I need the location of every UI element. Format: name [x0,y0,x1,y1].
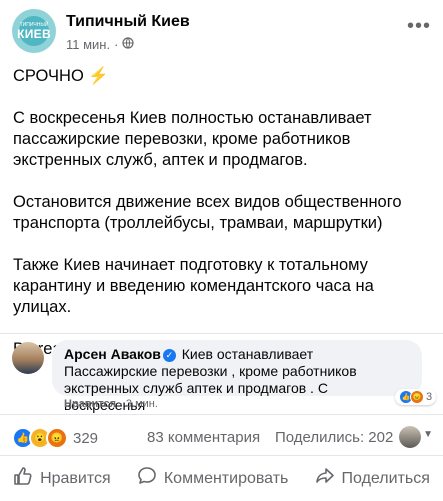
meta-separator: · [114,37,119,52]
post-paragraph: Также Киев начинает подготовку к тотальн… [13,256,374,316]
comment-time: 3 мин. [125,398,158,410]
reaction-count: 329 [73,429,99,447]
comment-label: Комментировать [163,469,289,487]
post-stats: 👍 😮 😠 329 83 комментария Поделились: 202… [0,414,443,455]
comment-reaction-count: 3 [426,391,433,403]
comment-like-button[interactable]: Нравится [64,398,116,410]
page-logo: ТИПИЧНЫЙ КИЕВ [17,16,51,46]
share-icon [315,466,335,491]
comments-count[interactable]: 83 комментария [147,429,260,446]
comment-author[interactable]: Арсен Аваков [64,346,161,362]
post-time[interactable]: 11 мин. [66,37,110,52]
comment: Арсен Аваков ✓ Киев останавливает Пассажи… [0,333,443,414]
chevron-down-icon[interactable]: ▼ [423,429,433,440]
comment-icon [137,466,157,491]
angry-reaction-icon: 😠 [410,390,424,404]
action-bar: Нравится Комментировать Поделиться [0,455,443,501]
page-avatar[interactable]: ТИПИЧНЫЙ КИЕВ [12,9,56,53]
page-name[interactable]: Типичный Киев [66,13,190,31]
globe-icon [122,37,135,52]
angry-reaction-icon: 😠 [46,427,68,449]
comment-button[interactable]: Комментировать [137,466,289,491]
comment-meta-separator: · [119,398,123,410]
post-paragraph: С воскресенья Киев полностью останавлива… [13,109,372,169]
like-button[interactable]: Нравится [13,466,111,491]
shares-count[interactable]: Поделились: 202 [275,429,393,446]
post-paragraph: СРОЧНО ⚡ [13,67,109,85]
post-header: ТИПИЧНЫЙ КИЕВ Типичный Киев 11 мин. · ••… [0,0,443,64]
verified-badge-icon: ✓ [162,349,176,362]
thumbs-up-icon [13,466,33,491]
commenter-avatar[interactable] [12,342,44,374]
post-meta: 11 мин. · [66,37,135,52]
share-label: Поделиться [341,469,430,487]
comment-bubble: Арсен Аваков ✓ Киев останавливает Пассажи… [52,340,422,413]
comment-meta: Нравится · 3 мин. [64,398,158,410]
reaction-summary[interactable]: 👍 😮 😠 329 [12,427,98,449]
page-logo-main-text: КИЕВ [17,27,51,41]
more-horizontal-icon[interactable]: ••• [407,16,431,36]
comment-reactions[interactable]: 👍 😠 3 [395,389,437,405]
post-paragraph: Остановится движение всех видов обществе… [13,193,402,232]
share-button[interactable]: Поделиться [315,466,430,491]
viewer-avatar[interactable] [399,426,421,448]
like-label: Нравится [40,469,111,487]
